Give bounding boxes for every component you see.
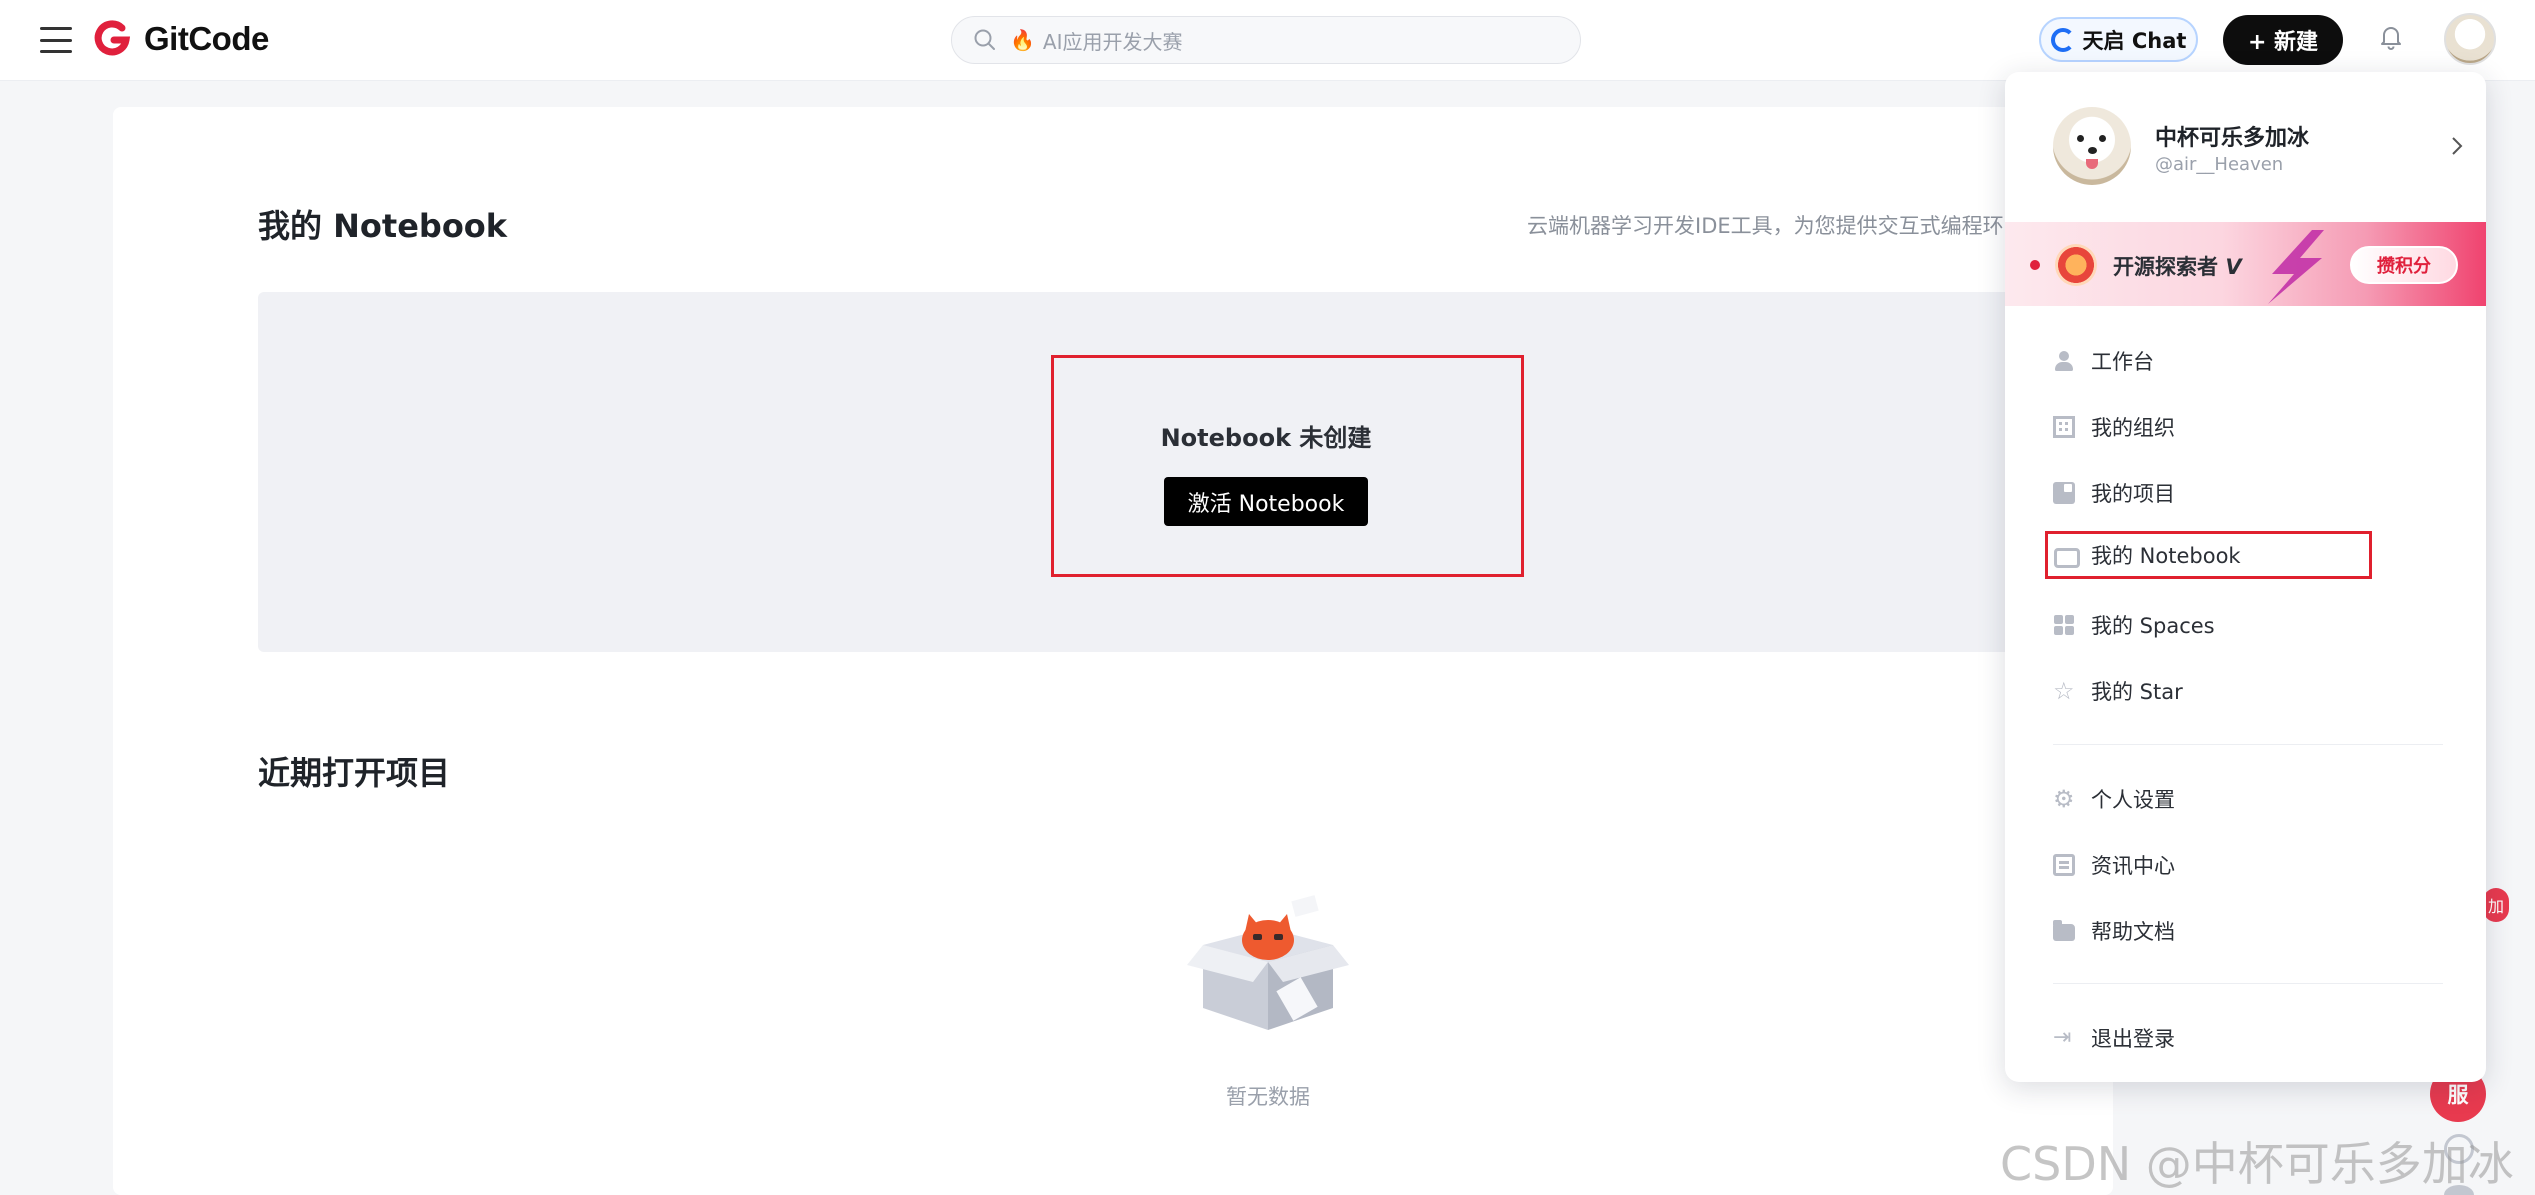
gitcode-logo-mark-icon xyxy=(94,20,131,56)
tianqi-logo-icon xyxy=(2050,27,2075,52)
logout-icon: ⇥ xyxy=(2053,1025,2072,1050)
banner-dot xyxy=(2030,260,2040,270)
menu-item-label: 资讯中心 xyxy=(2091,854,2175,878)
notebook-highlight-box xyxy=(1051,355,1524,577)
menu-item-projects[interactable]: 我的项目 xyxy=(2053,469,2453,517)
new-button[interactable]: + 新建 xyxy=(2223,15,2343,65)
user-display-name[interactable]: 中杯可乐多加冰 xyxy=(2155,120,2309,152)
menu-item-label: 个人设置 xyxy=(2091,788,2175,812)
menu-item-label: 我的 Spaces xyxy=(2091,614,2215,638)
empty-box-illustration-icon xyxy=(1187,895,1349,1030)
explorer-banner[interactable]: 开源探索者 V 攒积分 xyxy=(2005,222,2486,306)
menu-item-workbench[interactable]: 工作台 xyxy=(2053,337,2453,385)
earn-points-button[interactable]: 攒积分 xyxy=(2350,246,2458,284)
menu-item-label: 我的项目 xyxy=(2091,482,2175,506)
menu-item-label: 我的组织 xyxy=(2091,416,2175,440)
new-button-label: + 新建 xyxy=(2247,30,2319,55)
menu-item-label: 退出登录 xyxy=(2091,1027,2175,1051)
chevron-right-icon[interactable] xyxy=(2447,134,2467,158)
spaces-icon xyxy=(2053,614,2075,636)
earn-points-label: 攒积分 xyxy=(2377,256,2431,277)
menu-item-notebook[interactable]: 我的 Notebook xyxy=(2053,531,2453,579)
project-icon xyxy=(2053,482,2075,504)
page-description: 云端机器学习开发IDE工具，为您提供交互式编程环 xyxy=(1527,214,2004,238)
search-placeholder: AI应用开发大赛 xyxy=(1042,29,1183,54)
empty-state-text: 暂无数据 xyxy=(1226,1085,1310,1109)
menu-item-star[interactable]: ☆ 我的 Star xyxy=(2053,667,2453,715)
menu-item-label: 我的 Notebook xyxy=(2091,544,2241,568)
tianqi-chat-label: 天启 Chat xyxy=(2082,28,2187,53)
activate-notebook-label: 激活 Notebook xyxy=(1187,491,1345,517)
user-avatar[interactable] xyxy=(2444,13,2496,65)
menu-item-help[interactable]: 帮助文档 xyxy=(2053,907,2453,955)
menu-item-organizations[interactable]: 我的组织 xyxy=(2053,403,2453,451)
fire-icon: 🔥 xyxy=(1010,28,1035,52)
menu-divider xyxy=(2053,744,2443,745)
menu-item-label: 我的 Star xyxy=(2091,680,2183,704)
hamburger-menu-icon[interactable] xyxy=(38,22,74,58)
news-icon xyxy=(2053,854,2075,876)
menu-divider xyxy=(2053,983,2443,984)
notebook-status-text: Notebook 未创建 xyxy=(1160,424,1372,452)
gitcode-logo[interactable]: GitCode xyxy=(92,18,269,60)
dropdown-avatar[interactable] xyxy=(2053,107,2131,185)
search-input[interactable]: 🔥 AI应用开发大赛 xyxy=(951,16,1581,64)
folder-icon xyxy=(2053,920,2075,941)
gear-icon: ⚙ xyxy=(2053,785,2075,813)
explorer-badge-icon xyxy=(2055,244,2097,286)
banner-label: 开源探索者 V xyxy=(2113,255,2242,279)
logo-text: GitCode xyxy=(144,20,269,57)
menu-item-news[interactable]: 资讯中心 xyxy=(2053,841,2453,889)
lightning-bolt-icon xyxy=(2268,230,2324,304)
menu-item-label: 帮助文档 xyxy=(2091,920,2175,944)
user-handle: @air__Heaven xyxy=(2155,154,2284,175)
menu-item-settings[interactable]: ⚙ 个人设置 xyxy=(2053,775,2453,823)
csdn-watermark: CSDN @中杯可乐多加冰 xyxy=(2000,1137,2514,1191)
menu-item-logout[interactable]: ⇥ 退出登录 xyxy=(2053,1014,2453,1062)
notebook-icon xyxy=(2053,544,2080,568)
page-title: 我的 Notebook xyxy=(258,207,508,245)
organization-icon xyxy=(2053,416,2075,438)
menu-item-label: 工作台 xyxy=(2091,350,2154,374)
star-icon: ☆ xyxy=(2053,677,2075,705)
floating-badge[interactable]: 加 xyxy=(2483,888,2509,922)
user-icon xyxy=(2053,350,2075,372)
top-header: GitCode 🔥 AI应用开发大赛 天启 Chat + 新建 xyxy=(0,0,2535,81)
user-dropdown-menu: 中杯可乐多加冰 @air__Heaven 开源探索者 V 攒积分 工作台 我的组… xyxy=(2005,72,2486,1082)
banner-level: V xyxy=(2225,255,2242,279)
recent-projects-title: 近期打开项目 xyxy=(258,754,451,792)
activate-notebook-button[interactable]: 激活 Notebook xyxy=(1164,477,1368,526)
search-icon xyxy=(974,29,995,50)
notification-bell-icon[interactable] xyxy=(2376,22,2406,52)
menu-item-spaces[interactable]: 我的 Spaces xyxy=(2053,601,2453,649)
tianqi-chat-button[interactable]: 天启 Chat xyxy=(2039,17,2198,62)
